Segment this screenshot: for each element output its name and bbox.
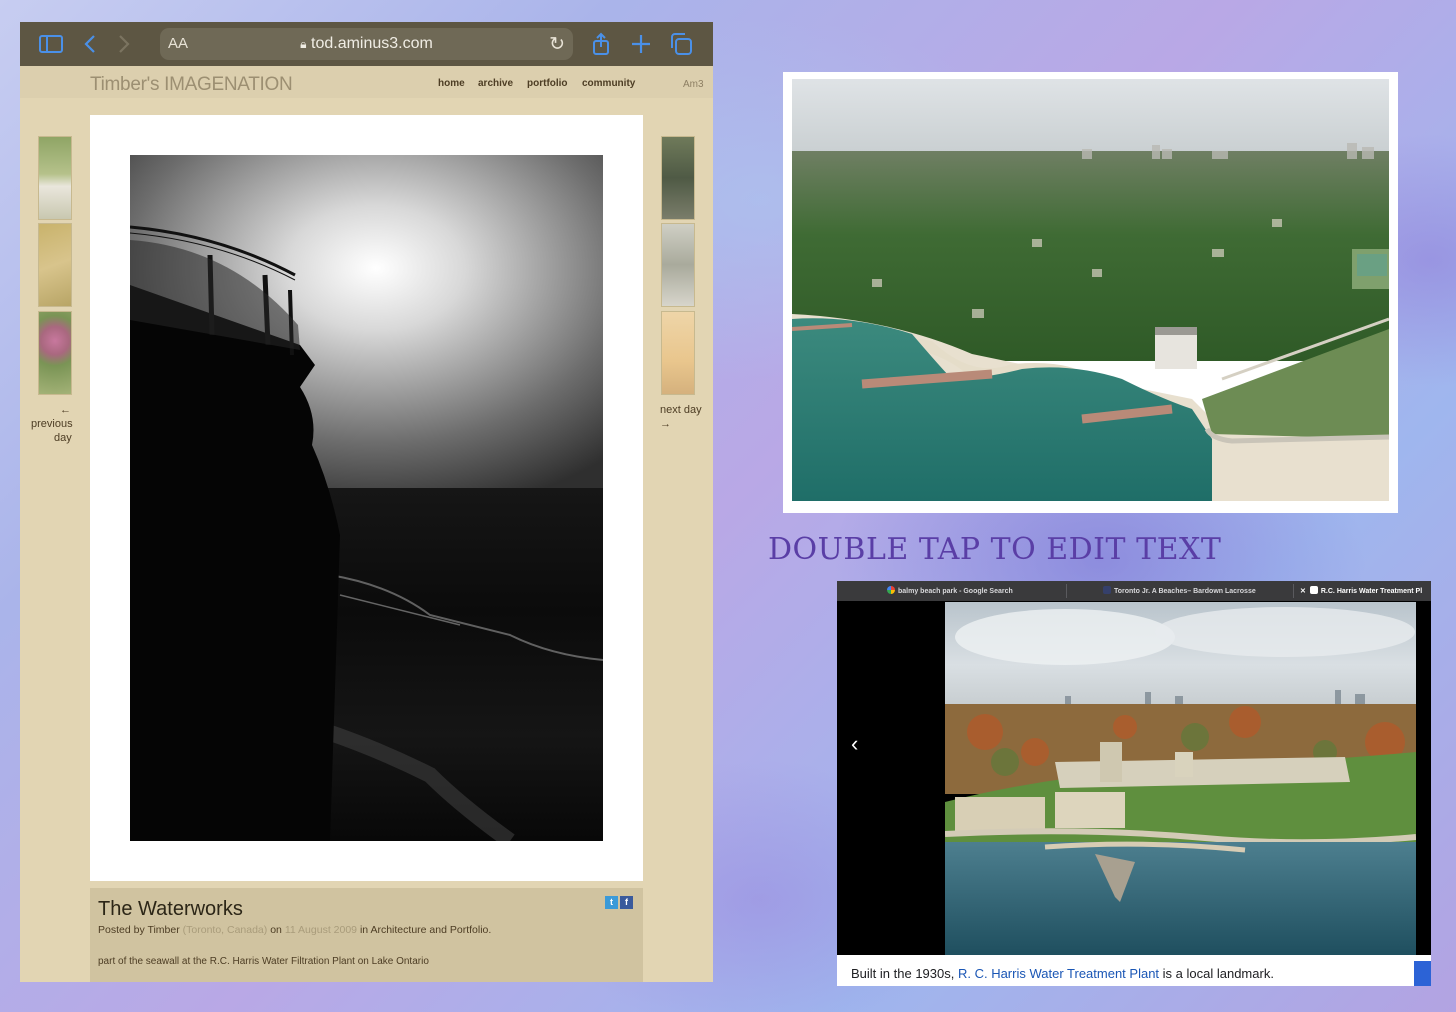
in-label: in	[359, 924, 369, 936]
balmy-beach-aerial-photo	[792, 79, 1389, 501]
and-label: and	[429, 924, 447, 936]
browser-tab-bar: balmy beach park - Google Search Toronto…	[837, 581, 1431, 601]
tab-divider	[1293, 584, 1294, 598]
next-day-arrow[interactable]: →	[660, 417, 671, 431]
next-thumbnail[interactable]	[661, 311, 695, 395]
safari-window: AA 🔒︎ tod.aminus3.com ↻ Timber's IMAGENA…	[20, 22, 713, 982]
browser-tab[interactable]: balmy beach park - Google Search	[887, 581, 1013, 601]
close-icon[interactable]: ✕	[1300, 588, 1306, 595]
new-tab-icon[interactable]	[628, 31, 654, 57]
site-header: Timber's IMAGENATION home archive portfo…	[20, 66, 713, 98]
date-link[interactable]: 11 August 2009	[285, 924, 357, 936]
url-text: tod.aminus3.com	[311, 35, 433, 52]
nav-home[interactable]: home	[438, 78, 465, 89]
share-icon[interactable]	[588, 31, 614, 57]
safari-toolbar: AA 🔒︎ tod.aminus3.com ↻	[20, 22, 713, 66]
post-description: part of the seawall at the R.C. Harris W…	[98, 956, 429, 967]
address-bar[interactable]: AA 🔒︎ tod.aminus3.com ↻	[160, 28, 573, 60]
posted-by-label: Posted by	[98, 924, 145, 936]
category-link[interactable]: Architecture	[370, 924, 426, 936]
image-caption-bar: Built in the 1930s, R. C. Harris Water T…	[837, 955, 1431, 986]
post-caption: The Waterworks t f Posted by Timber (Tor…	[90, 888, 643, 982]
previous-image-icon[interactable]: ‹	[851, 731, 858, 757]
reload-icon[interactable]: ↻	[549, 33, 565, 56]
browser-tab-active[interactable]: ✕ R.C. Harris Water Treatment Pl	[1300, 581, 1422, 601]
site-title[interactable]: Timber's IMAGENATION	[90, 74, 293, 96]
url-field[interactable]: 🔒︎ tod.aminus3.com	[160, 35, 573, 53]
tabs-icon[interactable]	[668, 31, 694, 57]
tab-divider	[1066, 584, 1067, 598]
post-meta: Posted by Timber (Toronto, Canada) on 11…	[98, 924, 491, 936]
sidebar-icon[interactable]	[38, 31, 64, 57]
category-link[interactable]: Portfolio	[450, 924, 489, 936]
edit-text-overlay[interactable]: DOUBLE TAP TO EDIT TEXT	[768, 532, 1221, 567]
next-thumbnail[interactable]	[661, 223, 695, 307]
previous-thumbnail[interactable]	[38, 311, 72, 395]
rc-harris-link[interactable]: R. C. Harris Water Treatment Plant	[958, 966, 1159, 981]
waterworks-photo	[130, 155, 603, 841]
back-icon[interactable]	[78, 31, 104, 57]
blue-button[interactable]	[1414, 961, 1431, 986]
nav-portfolio[interactable]: portfolio	[527, 78, 568, 89]
nav-archive[interactable]: archive	[478, 78, 513, 89]
twitter-icon[interactable]: t	[605, 896, 618, 909]
rc-harris-aerial-photo	[945, 602, 1416, 955]
author-link[interactable]: Timber	[147, 924, 179, 936]
site-brand[interactable]: Am3	[683, 79, 704, 90]
period: .	[488, 924, 492, 936]
previous-day-arrow[interactable]: ←	[60, 403, 71, 417]
aerial-photo-frame	[783, 72, 1398, 513]
browser-tab[interactable]: Toronto Jr. A Beaches– Bardown Lacrosse	[1103, 581, 1256, 601]
previous-thumbnail[interactable]	[38, 136, 72, 220]
next-thumbnail[interactable]	[661, 136, 695, 220]
photo-frame	[90, 115, 643, 881]
browser-screenshot: balmy beach park - Google Search Toronto…	[837, 581, 1431, 986]
previous-thumbnail[interactable]	[38, 223, 72, 307]
forward-icon[interactable]	[110, 31, 136, 57]
wikipedia-icon	[1309, 586, 1318, 594]
image-caption: Built in the 1930s, R. C. Harris Water T…	[851, 966, 1274, 981]
nav-community[interactable]: community	[582, 78, 635, 89]
post-title: The Waterworks	[98, 898, 243, 920]
yahoo-icon	[1103, 586, 1111, 594]
author-location: (Toronto, Canada)	[182, 924, 268, 936]
previous-day-link[interactable]: previous	[31, 417, 73, 431]
on-label: on	[270, 924, 282, 936]
facebook-icon[interactable]: f	[620, 896, 633, 909]
next-day-link[interactable]: next day	[660, 403, 702, 417]
lock-icon: 🔒︎	[300, 37, 307, 51]
google-icon	[887, 586, 895, 594]
previous-day-link-day[interactable]: day	[54, 431, 72, 445]
